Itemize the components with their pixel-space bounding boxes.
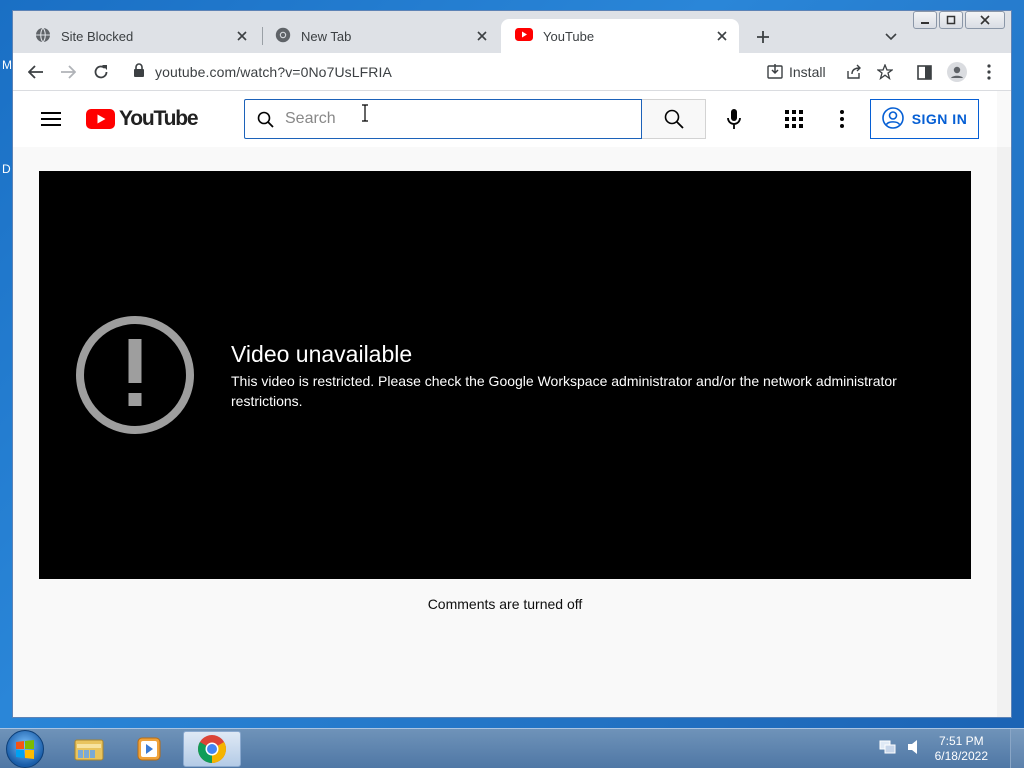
back-button[interactable] <box>23 59 49 85</box>
browser-toolbar: youtube.com/watch?v=0No7UsLFRIA Install <box>13 53 1011 91</box>
search-input[interactable] <box>285 110 585 128</box>
search-button-icon <box>664 109 684 129</box>
clock-time: 7:51 PM <box>938 734 984 748</box>
youtube-page: YouTube SIGN IN Video unavailable <box>13 91 1011 717</box>
start-button[interactable] <box>6 730 44 768</box>
tab-title: YouTube <box>543 28 595 44</box>
page-scrollbar[interactable] <box>997 147 1011 717</box>
settings-more-icon[interactable] <box>830 107 854 131</box>
close-window-button[interactable] <box>965 11 1005 29</box>
error-title: Video unavailable <box>231 341 413 367</box>
close-tab-icon[interactable] <box>471 25 493 47</box>
close-tab-icon[interactable] <box>711 25 733 47</box>
tab-youtube[interactable]: YouTube <box>501 19 739 53</box>
taskbar-media-player[interactable] <box>120 731 178 767</box>
volume-icon[interactable] <box>907 739 921 760</box>
youtube-icon <box>515 28 533 44</box>
minimize-button[interactable] <box>913 11 937 29</box>
error-message: This video is restricted. Please check t… <box>231 373 897 409</box>
hamburger-menu-icon[interactable] <box>39 107 63 131</box>
chrome-icon <box>275 27 291 46</box>
clock-date: 6/18/2022 <box>934 749 988 763</box>
apps-grid-icon[interactable] <box>782 107 806 131</box>
tab-title: New Tab <box>301 28 352 44</box>
comments-status: Comments are turned off <box>427 596 583 612</box>
text-cursor-icon <box>361 104 368 122</box>
clock[interactable]: 7:51 PM 6/18/2022 <box>935 734 988 764</box>
voice-search-mic-icon[interactable] <box>722 107 746 131</box>
youtube-logo[interactable]: YouTube <box>86 107 199 131</box>
profile-avatar-icon[interactable] <box>944 59 970 85</box>
tab-search-chevron-icon[interactable] <box>879 25 903 49</box>
tab-new-tab[interactable]: New Tab <box>261 19 499 53</box>
desktop-icon-label-m: M <box>2 58 12 72</box>
new-tab-button[interactable] <box>751 25 775 49</box>
taskbar-explorer[interactable] <box>60 731 118 767</box>
url-text: youtube.com/watch?v=0No7UsLFRIA <box>155 64 392 80</box>
network-icon[interactable] <box>879 739 897 760</box>
lock-icon[interactable] <box>133 62 145 82</box>
bookmark-star-icon[interactable] <box>872 59 898 85</box>
install-label: Install <box>789 64 826 80</box>
side-panel-icon[interactable] <box>911 59 937 85</box>
chrome-icon <box>198 735 226 763</box>
close-tab-icon[interactable] <box>231 25 253 47</box>
sign-in-button[interactable]: SIGN IN <box>870 99 979 139</box>
video-player[interactable]: Video unavailable This video is restrict… <box>39 171 971 579</box>
install-download-icon <box>767 63 783 82</box>
system-tray: 7:51 PM 6/18/2022 <box>879 729 1024 768</box>
account-circle-icon <box>881 106 904 132</box>
install-app-button[interactable]: Install <box>767 59 826 85</box>
taskbar-chrome[interactable] <box>183 731 241 767</box>
browser-menu-icon[interactable] <box>976 59 1002 85</box>
search-icon <box>255 109 275 129</box>
explorer-icon <box>74 739 104 761</box>
tab-strip: Site Blocked New Tab YouTube <box>13 11 1011 53</box>
browser-window: Site Blocked New Tab YouTube youtube.com… <box>12 10 1012 718</box>
maximize-button[interactable] <box>939 11 963 29</box>
youtube-wordmark: YouTube <box>119 107 199 130</box>
show-desktop-button[interactable] <box>1010 729 1024 768</box>
error-exclamation-icon <box>76 316 194 434</box>
window-caption-buttons <box>913 11 1005 29</box>
globe-icon <box>35 27 51 46</box>
windows-logo-icon <box>16 740 34 759</box>
taskbar: 7:51 PM 6/18/2022 <box>0 728 1024 768</box>
tab-title: Site Blocked <box>61 28 134 44</box>
tab-site-blocked[interactable]: Site Blocked <box>21 19 259 53</box>
share-icon[interactable] <box>841 59 867 85</box>
search-button[interactable] <box>642 99 706 139</box>
forward-button[interactable] <box>55 59 81 85</box>
media-player-icon <box>137 737 161 761</box>
search-box[interactable] <box>244 99 642 139</box>
youtube-header: YouTube SIGN IN <box>13 91 997 147</box>
desktop-icon-label-d: D <box>2 162 11 176</box>
youtube-logo-icon <box>86 109 115 129</box>
reload-button[interactable] <box>88 59 114 85</box>
sign-in-label: SIGN IN <box>911 111 968 127</box>
